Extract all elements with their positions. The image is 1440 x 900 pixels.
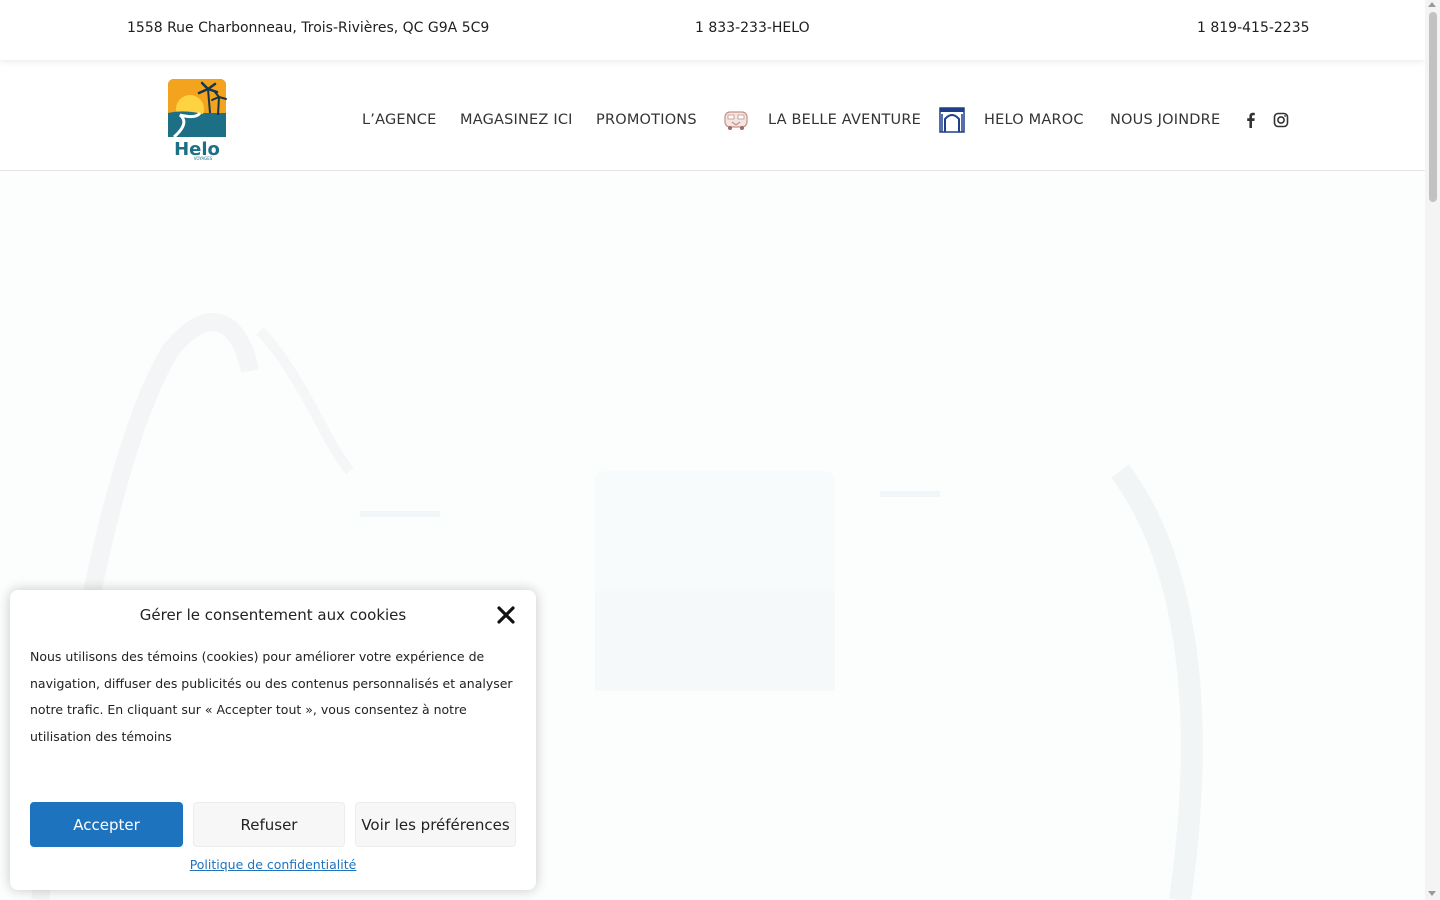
scroll-down-arrow-icon[interactable] <box>1428 891 1436 896</box>
cookie-consent-dialog: Gérer le consentement aux cookies Nous u… <box>10 590 536 890</box>
nav-item-promotions[interactable]: PROMOTIONS <box>596 110 697 130</box>
page-scrollbar[interactable] <box>1425 0 1440 900</box>
privacy-policy-link[interactable]: Politique de confidentialité <box>10 857 536 872</box>
nav-item-helo-maroc[interactable]: HELO MAROC <box>984 110 1084 130</box>
cookie-dialog-title: Gérer le consentement aux cookies <box>139 606 407 624</box>
main-header: Helo VOYAGES L’AGENCE MAGASINEZ ICI PROM… <box>0 60 1425 171</box>
scroll-up-arrow-icon[interactable] <box>1428 2 1436 7</box>
address-text: 1558 Rue Charbonneau, Trois-Rivières, QC… <box>127 20 490 36</box>
nav-item-magasinez-ici[interactable]: MAGASINEZ ICI <box>460 110 573 130</box>
phone-local-link[interactable]: 1 819-415-2235 <box>1197 20 1310 36</box>
nav-item-agence[interactable]: L’AGENCE <box>362 110 436 130</box>
nav-item-nous-joindre[interactable]: NOUS JOINDRE <box>1110 110 1220 130</box>
accept-button[interactable]: Accepter <box>30 802 183 847</box>
van-icon[interactable] <box>723 107 749 133</box>
refuse-button[interactable]: Refuser <box>193 802 345 847</box>
arch-icon[interactable] <box>939 107 965 133</box>
instagram-icon[interactable] <box>1272 111 1290 129</box>
helo-voyages-logo[interactable]: Helo VOYAGES <box>166 79 228 161</box>
svg-text:VOYAGES: VOYAGES <box>194 156 213 161</box>
close-icon[interactable] <box>496 605 516 625</box>
nav-item-la-belle-aventure[interactable]: LA BELLE AVENTURE <box>768 110 921 130</box>
cookie-dialog-message: Nous utilisons des témoins (cookies) pou… <box>30 649 513 745</box>
phone-toll-free-link[interactable]: 1 833-233-HELO <box>695 20 810 36</box>
facebook-icon[interactable] <box>1242 111 1260 129</box>
view-preferences-button[interactable]: Voir les préférences <box>355 802 516 847</box>
top-info-bar: 1558 Rue Charbonneau, Trois-Rivières, QC… <box>0 0 1425 60</box>
scrollbar-thumb[interactable] <box>1429 12 1437 202</box>
